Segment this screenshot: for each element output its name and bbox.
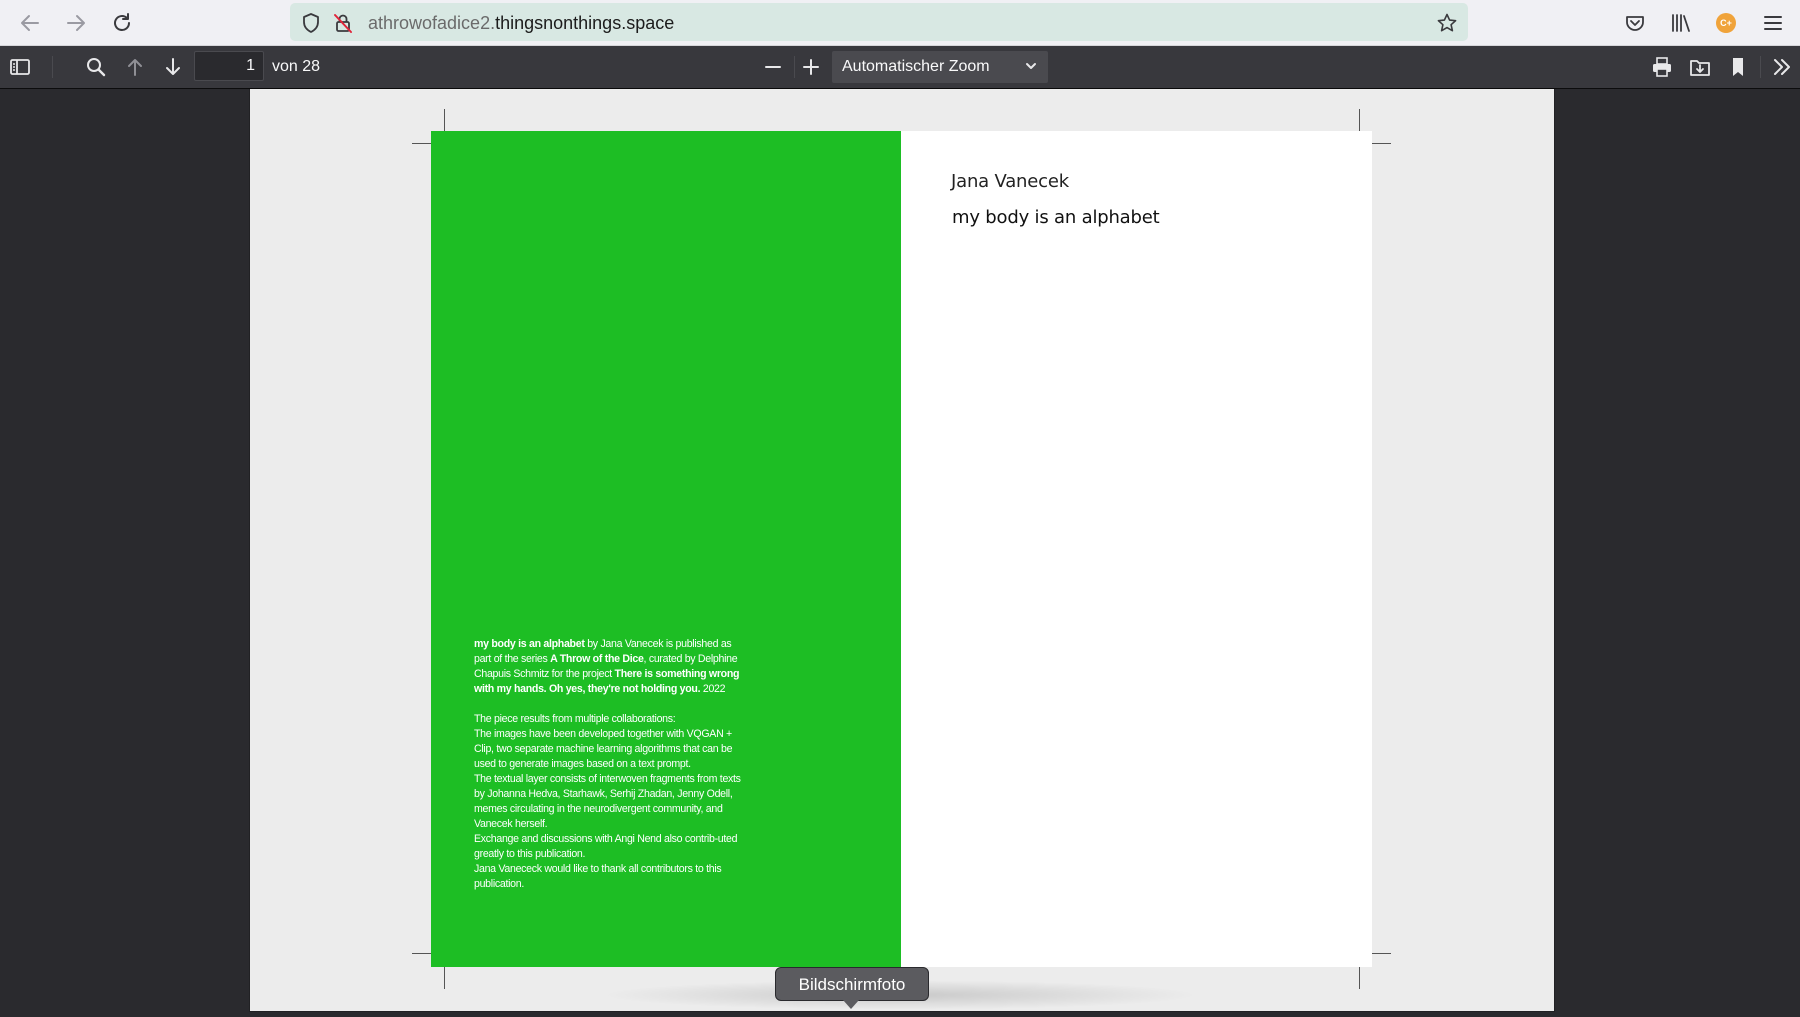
pdf-page: my body is an alphabet by Jana Vanecek i… — [250, 89, 1554, 1011]
printer-icon — [1653, 57, 1671, 77]
crop-mark — [1369, 953, 1391, 954]
extension-badge-icon: C+ — [1716, 13, 1736, 33]
document-title: my body is an alphabet — [952, 207, 1160, 228]
pocket-button[interactable] — [1618, 6, 1652, 40]
arrow-up-icon — [128, 59, 142, 76]
colophon-line: The piece results from multiple collabor… — [474, 713, 676, 725]
search-icon — [87, 58, 106, 77]
author-name: Jana Vanecek — [951, 171, 1069, 192]
colophon-text: my body is an alphabet by Jana Vanecek i… — [474, 637, 744, 892]
crop-mark — [1369, 143, 1391, 144]
arrow-right-icon — [67, 15, 85, 31]
pdf-toolbar: von 28 Automatischer Zoom — [0, 46, 1800, 89]
forward-button[interactable] — [58, 5, 94, 41]
hamburger-menu-icon — [1764, 16, 1782, 30]
arrow-left-icon — [21, 15, 39, 31]
crop-mark — [1359, 109, 1360, 131]
sidebar-toggle-button[interactable] — [4, 51, 36, 83]
library-icon — [1672, 14, 1690, 32]
reload-icon — [114, 13, 130, 31]
crop-mark — [444, 967, 445, 989]
toolbar-separator — [52, 56, 53, 78]
title-panel: Jana Vanecek my body is an alphabet — [901, 131, 1372, 967]
extension-button[interactable]: C+ — [1709, 6, 1743, 40]
zoom-in-button[interactable] — [795, 51, 827, 83]
previous-page-button[interactable] — [119, 51, 151, 83]
chevron-down-icon — [1026, 63, 1036, 69]
colophon-paragraph-1: my body is an alphabet by Jana Vanecek i… — [474, 638, 740, 695]
zoom-select[interactable]: Automatischer Zoom — [832, 51, 1048, 83]
colophon-line: The textual layer consists of interwoven… — [474, 773, 741, 830]
toolbar-separator — [1760, 56, 1761, 78]
colophon-line: The images have been developed together … — [474, 728, 733, 770]
insecure-lock-icon[interactable] — [332, 12, 354, 34]
double-chevron-right-icon — [1774, 59, 1790, 75]
tooltip-tail — [843, 1000, 859, 1009]
bookmark-icon — [1733, 58, 1743, 76]
url-bar[interactable]: athrowofadice2.thingsnonthings.space — [290, 3, 1468, 41]
colophon-line: Exchange and discussions with Angi Nend … — [474, 833, 738, 860]
download-button[interactable] — [1684, 51, 1716, 83]
pocket-icon — [1626, 16, 1644, 31]
page-count-label: von 28 — [272, 58, 321, 75]
crop-mark — [444, 109, 445, 131]
green-cover-panel: my body is an alphabet by Jana Vanecek i… — [431, 131, 901, 967]
menu-button[interactable] — [1756, 6, 1790, 40]
bookmark-button[interactable] — [1722, 51, 1754, 83]
shield-icon[interactable] — [300, 12, 322, 34]
arrow-down-icon — [166, 58, 180, 75]
browser-toolbar: athrowofadice2.thingsnonthings.space C+ — [0, 0, 1800, 46]
find-button[interactable] — [80, 51, 112, 83]
page-number-input[interactable] — [194, 51, 264, 81]
screenshot-tooltip: Bildschirmfoto — [775, 967, 929, 1001]
bookmark-star-icon[interactable] — [1436, 12, 1458, 34]
pdf-viewer[interactable]: my body is an alphabet by Jana Vanecek i… — [0, 89, 1800, 1017]
colophon-line: Jana Vanececk would like to thank all co… — [474, 863, 722, 890]
next-page-button[interactable] — [157, 51, 189, 83]
url-text[interactable]: athrowofadice2.thingsnonthings.space — [368, 13, 674, 34]
zoom-select-value: Automatischer Zoom — [842, 58, 990, 75]
back-button[interactable] — [12, 5, 48, 41]
crop-mark — [1359, 967, 1360, 989]
print-button[interactable] — [1646, 51, 1678, 83]
reload-button[interactable] — [104, 5, 140, 41]
zoom-out-button[interactable] — [757, 51, 789, 83]
save-folder-icon — [1690, 60, 1710, 76]
plus-icon — [803, 59, 819, 75]
minus-icon — [765, 66, 781, 68]
library-button[interactable] — [1664, 6, 1698, 40]
tools-menu-button[interactable] — [1766, 51, 1798, 83]
sidebar-icon — [10, 59, 30, 75]
